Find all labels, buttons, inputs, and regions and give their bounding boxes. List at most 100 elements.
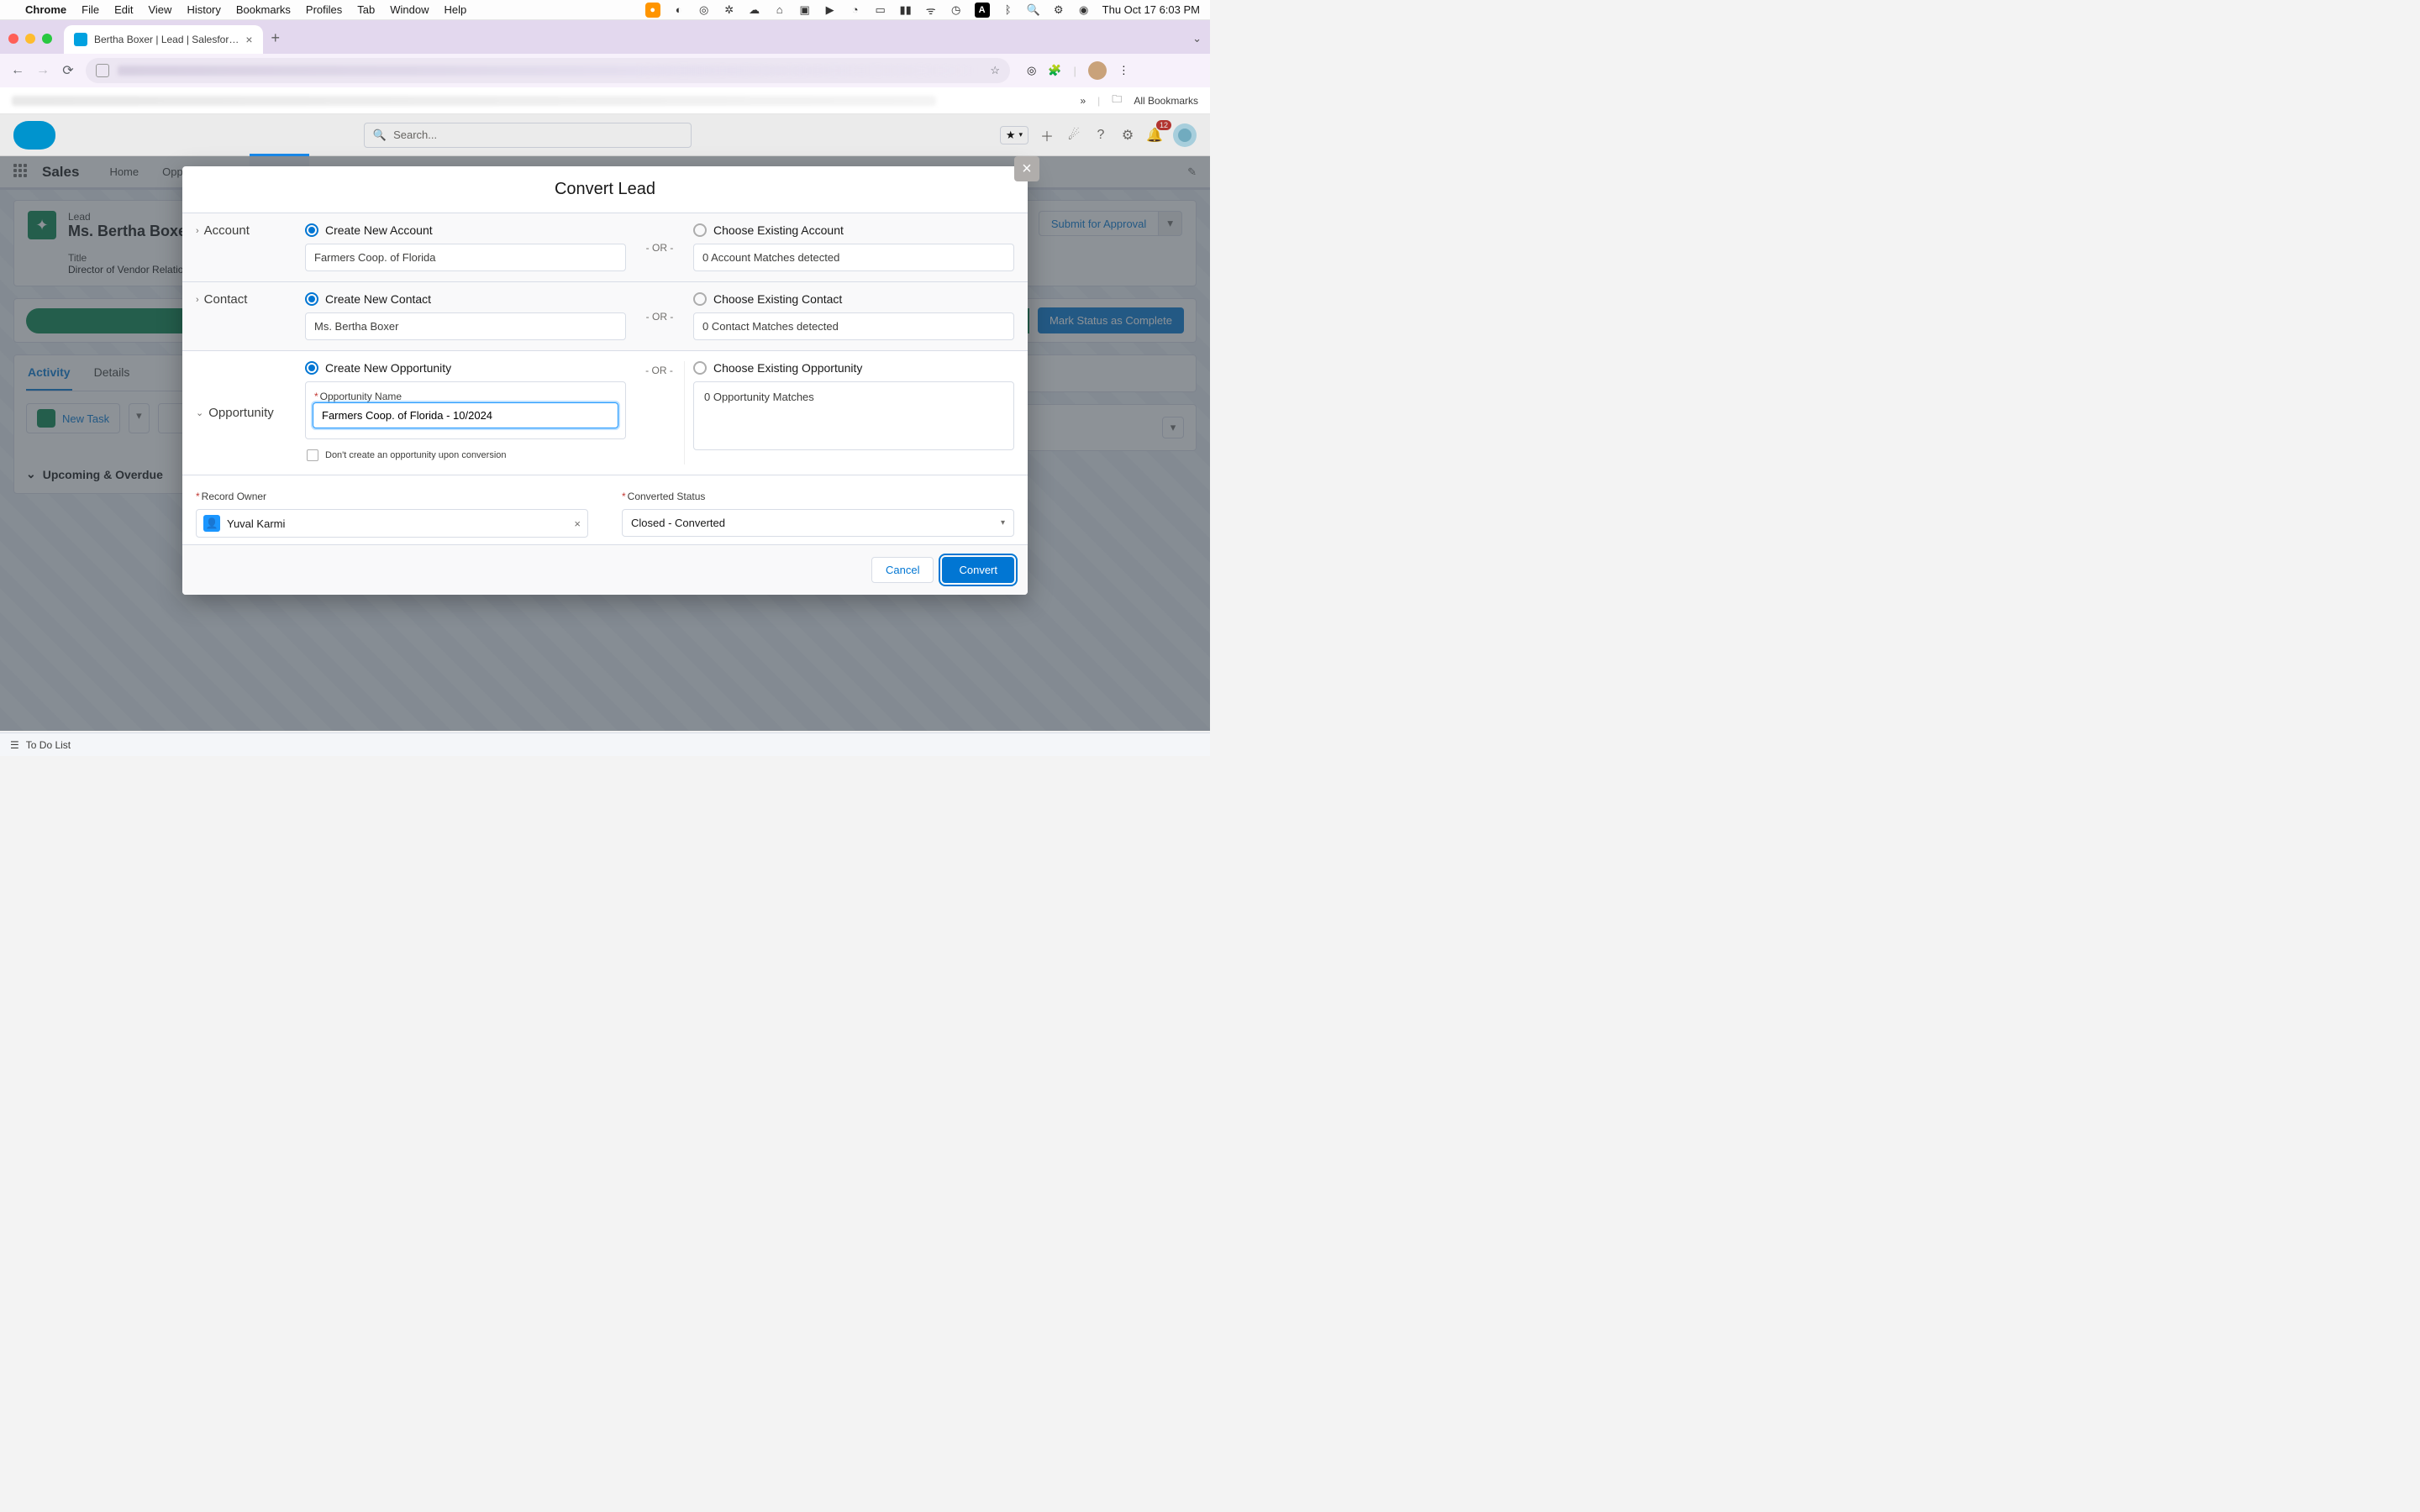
radio-existing-opportunity[interactable]: Choose Existing Opportunity: [693, 361, 1014, 375]
radio-icon: [693, 361, 707, 375]
cancel-button[interactable]: Cancel: [871, 557, 934, 583]
menu-help[interactable]: Help: [445, 3, 467, 16]
help-icon[interactable]: ?: [1092, 127, 1109, 144]
bluetooth-icon[interactable]: ᛒ: [1002, 3, 1015, 17]
site-info-icon[interactable]: [96, 64, 109, 77]
status-icon-6[interactable]: ▣: [798, 3, 812, 17]
siri-icon[interactable]: ◉: [1077, 3, 1091, 17]
favorites-button[interactable]: ★▾: [1000, 126, 1028, 144]
status-icon-7[interactable]: ▶: [823, 3, 837, 17]
menu-profiles[interactable]: Profiles: [306, 3, 342, 16]
spotlight-icon[interactable]: 🔍: [1027, 3, 1040, 17]
search-icon: 🔍: [373, 129, 387, 142]
input-source-icon[interactable]: A: [975, 3, 990, 18]
profile-avatar[interactable]: [1088, 61, 1107, 80]
modal-title: Convert Lead: [182, 166, 1028, 213]
chrome-menu-icon[interactable]: ⋮: [1118, 64, 1129, 77]
setup-gear-icon[interactable]: ⚙: [1119, 127, 1136, 144]
mac-menubar: Chrome File Edit View History Bookmarks …: [0, 0, 1210, 20]
chevron-right-icon: ›: [196, 295, 199, 305]
or-separator: - OR -: [634, 361, 685, 465]
wifi-icon[interactable]: ᯤ: [924, 3, 938, 17]
status-icon-5[interactable]: ⌂: [773, 3, 786, 17]
record-owner-lookup[interactable]: 👤 Yuval Karmi ×: [196, 509, 588, 538]
radio-create-opportunity[interactable]: Create New Opportunity: [305, 361, 626, 375]
or-separator: - OR -: [634, 242, 685, 254]
bookmark-star-icon[interactable]: ☆: [990, 64, 1000, 77]
contact-name-input[interactable]: Ms. Bertha Boxer: [305, 312, 626, 340]
menu-history[interactable]: History: [187, 3, 220, 16]
menubar-clock[interactable]: Thu Oct 17 6:03 PM: [1102, 3, 1200, 16]
converted-status-value: Closed - Converted: [631, 517, 725, 529]
radio-existing-contact[interactable]: Choose Existing Contact: [693, 292, 1014, 306]
new-tab-button[interactable]: +: [271, 29, 281, 47]
radio-create-account[interactable]: Create New Account: [305, 223, 626, 237]
opportunity-name-input[interactable]: [313, 402, 618, 428]
status-icon-8[interactable]: ◔: [849, 3, 862, 17]
status-icon-4[interactable]: ☁: [748, 3, 761, 17]
user-avatar[interactable]: [1173, 123, 1197, 147]
extension-icon-1[interactable]: ◎: [1027, 64, 1036, 77]
extensions-icon[interactable]: 🧩: [1048, 64, 1061, 77]
menu-window[interactable]: Window: [390, 3, 429, 16]
guidance-icon[interactable]: ☄: [1065, 127, 1082, 144]
modal-close-button[interactable]: ×: [1014, 156, 1039, 181]
status-icon-3[interactable]: ✲: [723, 3, 736, 17]
close-window-button[interactable]: [8, 34, 18, 44]
back-button[interactable]: ←: [10, 63, 25, 78]
menu-tab[interactable]: Tab: [357, 3, 375, 16]
browser-tab[interactable]: Bertha Boxer | Lead | Salesfor… ×: [64, 25, 263, 54]
forward-button[interactable]: →: [35, 63, 50, 78]
convert-button[interactable]: Convert: [942, 557, 1014, 583]
opportunity-name-label: Opportunity Name: [306, 391, 625, 402]
chevron-down-icon: ▾: [1001, 518, 1005, 528]
radio-existing-account[interactable]: Choose Existing Account: [693, 223, 1014, 237]
modal-footer: Cancel Convert: [182, 544, 1028, 595]
menu-view[interactable]: View: [148, 3, 171, 16]
bookmarks-overflow-icon[interactable]: »: [1080, 95, 1086, 107]
account-matches-display[interactable]: 0 Account Matches detected: [693, 244, 1014, 271]
menu-bookmarks[interactable]: Bookmarks: [236, 3, 291, 16]
reload-button[interactable]: ⟳: [60, 62, 76, 79]
global-search[interactable]: 🔍 Search...: [364, 123, 692, 148]
tab-overflow-icon[interactable]: ⌄: [1192, 32, 1202, 45]
notification-count: 12: [1156, 120, 1171, 130]
notifications-icon[interactable]: 🔔12: [1146, 127, 1163, 144]
section-heading-account[interactable]: ›Account: [196, 223, 297, 238]
control-center-icon[interactable]: ⚙: [1052, 3, 1065, 17]
menubar-app[interactable]: Chrome: [25, 3, 66, 16]
display-icon[interactable]: ▭: [874, 3, 887, 17]
tab-close-icon[interactable]: ×: [245, 33, 252, 46]
battery-icon[interactable]: ▮▮: [899, 3, 913, 17]
menu-file[interactable]: File: [82, 3, 99, 16]
user-icon: 👤: [203, 515, 220, 532]
fullscreen-window-button[interactable]: [42, 34, 52, 44]
mic-icon[interactable]: ●: [645, 3, 660, 18]
radio-icon: [305, 292, 318, 306]
address-bar[interactable]: ☆: [86, 58, 1010, 83]
clock-icon[interactable]: ◷: [950, 3, 963, 17]
global-actions-icon[interactable]: ＋: [1039, 127, 1055, 144]
tab-title: Bertha Boxer | Lead | Salesfor…: [94, 34, 239, 45]
dont-create-checkbox[interactable]: Don't create an opportunity upon convers…: [305, 446, 626, 465]
account-name-input[interactable]: Farmers Coop. of Florida: [305, 244, 626, 271]
record-owner-value: Yuval Karmi: [227, 517, 285, 530]
section-heading-opportunity[interactable]: ⌄Opportunity: [196, 361, 297, 465]
status-icon-2[interactable]: ◎: [697, 3, 711, 17]
converted-status-select[interactable]: Closed - Converted ▾: [622, 509, 1014, 537]
status-icon-1[interactable]: ◐: [672, 3, 686, 17]
section-heading-contact[interactable]: ›Contact: [196, 292, 297, 307]
clear-owner-icon[interactable]: ×: [574, 517, 581, 530]
all-bookmarks-link[interactable]: All Bookmarks: [1134, 95, 1198, 107]
opportunity-matches-display: 0 Opportunity Matches: [693, 381, 1014, 450]
radio-create-contact[interactable]: Create New Contact: [305, 292, 626, 306]
todo-list-button[interactable]: To Do List: [26, 739, 71, 751]
chevron-right-icon: ›: [196, 226, 199, 236]
salesforce-logo[interactable]: [13, 121, 55, 150]
converted-status-label: Converted Status: [622, 491, 1014, 502]
window-controls: [8, 34, 64, 54]
minimize-window-button[interactable]: [25, 34, 35, 44]
contact-matches-display[interactable]: 0 Contact Matches detected: [693, 312, 1014, 340]
chrome-toolbar: ← → ⟳ ☆ ◎ 🧩 | ⋮: [0, 54, 1210, 87]
menu-edit[interactable]: Edit: [114, 3, 133, 16]
